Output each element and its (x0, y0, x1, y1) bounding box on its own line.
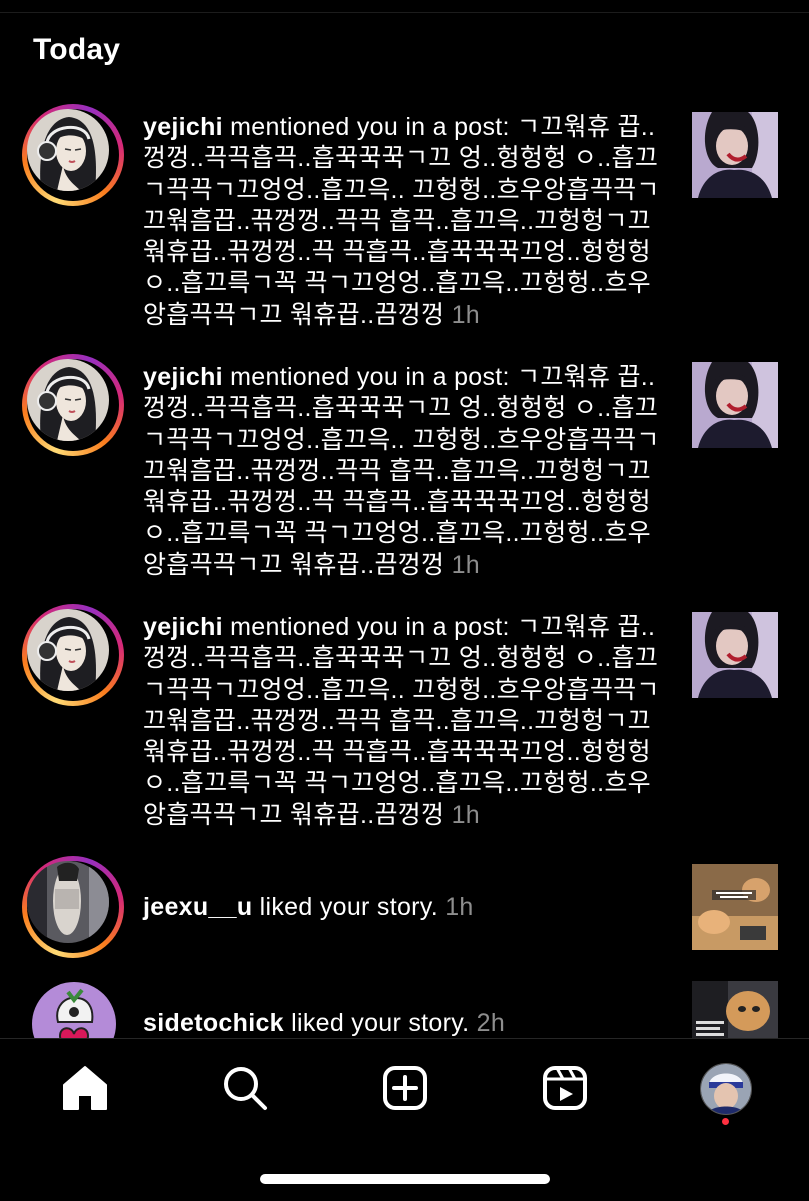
notification-text[interactable]: jeexu__u liked your story. 1h (143, 892, 665, 923)
timestamp: 1h (444, 550, 480, 579)
username[interactable]: sidetochick (143, 1009, 284, 1037)
avatar (27, 861, 109, 943)
avatar-story-ring[interactable] (22, 604, 124, 706)
home-indicator[interactable] (260, 1174, 550, 1184)
timestamp: 2h (469, 1009, 506, 1037)
story-thumbnail[interactable] (692, 981, 778, 1038)
notification-text[interactable]: yejichi mentioned you in a post: ㄱ끄웎휴 끕.… (143, 112, 665, 331)
avatar (27, 359, 109, 441)
activity-feed: Today yejichi mentioned you in a post: ㄱ… (0, 0, 809, 1038)
avatar-story-ring[interactable] (22, 856, 124, 958)
username[interactable]: jeexu__u (143, 893, 252, 921)
timestamp: 1h (444, 800, 480, 829)
notification-message: mentioned you in a post: ㄱ끄웎휴 끕..껑껑..끅끅흡… (143, 113, 660, 329)
notification-message: mentioned you in a post: ㄱ끄웎휴 끕..껑껑..끅끅흡… (143, 363, 660, 579)
notification-message: liked your story. (252, 893, 438, 921)
avatar[interactable] (32, 982, 116, 1038)
notification-text[interactable]: yejichi mentioned you in a post: ㄱ끄웎휴 끕.… (143, 612, 665, 831)
username[interactable]: yejichi (143, 113, 223, 141)
avatar-story-ring[interactable] (22, 354, 124, 456)
notification-message: liked your story. (283, 1009, 470, 1037)
story-thumbnail[interactable] (692, 864, 778, 950)
post-thumbnail[interactable] (692, 112, 778, 198)
avatar (27, 609, 109, 691)
notification-message: mentioned you in a post: ㄱ끄웎휴 끕..껑껑..끅끅흡… (143, 613, 660, 829)
avatar-story-ring[interactable] (22, 104, 124, 206)
search-icon[interactable] (220, 1063, 270, 1113)
post-thumbnail[interactable] (692, 612, 778, 698)
timestamp: 1h (437, 893, 474, 921)
timestamp: 1h (444, 300, 480, 329)
profile-avatar[interactable] (700, 1063, 752, 1115)
home-icon[interactable] (60, 1063, 110, 1113)
avatar (27, 109, 109, 191)
reels-icon[interactable] (540, 1063, 590, 1113)
post-thumbnail[interactable] (692, 362, 778, 448)
section-title-today: Today (33, 33, 121, 66)
username[interactable]: yejichi (143, 613, 223, 641)
notification-text[interactable]: sidetochick liked your story. 2h (143, 1008, 665, 1038)
notification-text[interactable]: yejichi mentioned you in a post: ㄱ끄웎휴 끕.… (143, 362, 665, 581)
add-post-icon[interactable] (380, 1063, 430, 1113)
activity-indicator-dot (722, 1118, 729, 1125)
username[interactable]: yejichi (143, 363, 223, 391)
